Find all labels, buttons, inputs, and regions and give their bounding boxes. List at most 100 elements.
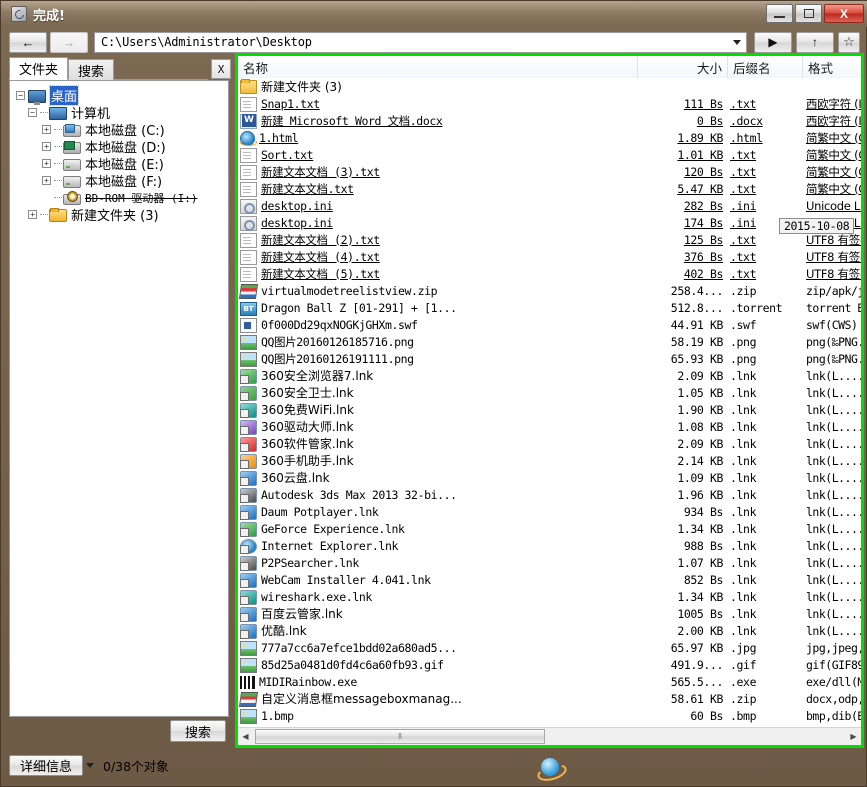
column-header-format[interactable]: 格式 [803, 56, 867, 78]
table-row[interactable]: 优酷.lnk2.00 KB.lnklnk(L......)2016-01-14 … [238, 622, 861, 639]
cell-name[interactable]: desktop.ini [240, 197, 333, 214]
back-button[interactable]: ← [9, 31, 47, 53]
column-header-extension[interactable]: 后缀名 [728, 56, 803, 78]
scroll-right-arrow-icon[interactable]: ▶ [846, 729, 861, 744]
search-input[interactable] [9, 687, 229, 717]
folder-tree-panel[interactable]: − 桌面 − 计算机 + 本地磁盘 (C:) + 本地磁盘 (D:) + 本地磁… [9, 80, 229, 710]
cell-name[interactable]: 新建文本文档 (4).txt [240, 248, 380, 265]
cell-name[interactable]: 1.html [240, 129, 299, 146]
table-row[interactable]: 360软件管家.lnk 2.09 KB .lnk lnk(L......) Windo… [238, 435, 861, 452]
cell-name[interactable]: desktop.ini [240, 214, 333, 231]
tree-item-local-disk-d[interactable]: + 本地磁盘 (D:) [14, 138, 228, 156]
tree-item-desktop[interactable]: − 桌面 [14, 85, 228, 106]
table-row[interactable]: 新建文本文档 (3).txt 120 Bs .txt 简繁中文 (GBK, GB231… [238, 163, 861, 180]
address-bar[interactable]: C:\Users\Administrator\Desktop [94, 31, 747, 53]
cell-name[interactable]: MIDIRainbow.exe [240, 673, 357, 690]
tree-item-local-disk-e[interactable]: + 本地磁盘 (E:) [14, 155, 228, 173]
chevron-down-icon[interactable] [733, 39, 741, 45]
cell-name[interactable]: 777a7cc6a7efce1bdd02a680ad5... [240, 639, 457, 656]
cell-name[interactable]: 新建文本文档 (5).txt [240, 265, 380, 282]
expand-icon[interactable]: + [42, 142, 51, 151]
forward-button[interactable]: → [50, 31, 88, 53]
table-row[interactable]: 360免费WiFi.lnk 1.90 KB .lnk lnk(L......) Win… [238, 401, 861, 418]
table-row[interactable]: 360驱动大师.lnk 1.08 KB .lnk lnk(L......) Windo… [238, 418, 861, 435]
cell-name[interactable]: QQ图片20160126185716.png [240, 333, 414, 350]
cell-name[interactable]: Snap1.txt [240, 95, 320, 112]
expand-icon[interactable]: + [28, 210, 37, 219]
cell-name[interactable]: 360安全浏览器7.lnk [240, 367, 373, 384]
table-row[interactable]: Daum Potplayer.lnk 934 Bs .lnk lnk(L......)… [238, 503, 861, 520]
cell-name[interactable]: 360软件管家.lnk [240, 435, 354, 452]
table-row[interactable]: 新建文本文档 (2).txt125 Bs.txtUTF8 有签名2016-01-… [238, 231, 861, 248]
table-row[interactable]: 新建文本文档 (5).txt402 Bs.txtUTF8 有签名2016-01-… [238, 265, 861, 282]
cell-name[interactable]: 360驱动大师.lnk [240, 418, 354, 435]
table-row[interactable]: virtualmodetreelistview.zip 258.4... .zip z… [238, 282, 861, 299]
cell-name[interactable]: Daum Potplayer.lnk [240, 503, 379, 520]
cell-name[interactable]: 360云盘.lnk [240, 469, 330, 486]
table-row[interactable]: 新建文件夹 (3)2016-01-26 18:54 [238, 78, 861, 95]
cell-name[interactable]: 百度云管家.lnk [240, 605, 343, 622]
cell-name[interactable]: 新建文本文档.txt [240, 180, 354, 197]
expand-icon[interactable]: + [42, 176, 51, 185]
tree-item-local-disk-c[interactable]: + 本地磁盘 (C:) [14, 121, 228, 139]
maximize-button[interactable] [795, 4, 822, 23]
table-row[interactable]: 360安全浏览器7.lnk 2.09 KB .lnk lnk(L......) Win… [238, 367, 861, 384]
table-row[interactable]: Dragon Ball Z [01-291] + [1... 512.8... .t… [238, 299, 861, 316]
search-button[interactable]: 搜索 [169, 720, 226, 742]
internet-explorer-icon[interactable] [535, 756, 568, 784]
table-row[interactable]: desktop.ini282 Bs.iniUnicode LE有签名2014-0… [238, 197, 861, 214]
scrollbar-track[interactable]: ⦀ [253, 729, 846, 744]
close-button[interactable]: X [824, 4, 864, 23]
tab-folders[interactable]: 文件夹 [9, 57, 69, 80]
minimize-button[interactable] [766, 4, 793, 23]
collapse-icon[interactable]: − [16, 91, 25, 100]
cell-name[interactable]: GeForce Experience.lnk [240, 520, 405, 537]
table-row[interactable]: 360云盘.lnk 1.09 KB .lnk lnk(L......) Windows… [238, 469, 861, 486]
table-row[interactable]: 85d25a0481d0fd4c6a60fb93.gif 491.9... .gif… [238, 656, 861, 673]
view-mode-button[interactable]: 详细信息 [9, 754, 84, 776]
cell-name[interactable]: 新建文件夹 (3) [240, 78, 342, 95]
up-button[interactable]: ↑ [796, 31, 834, 53]
table-row[interactable]: WebCam Installer 4.041.lnk 852 Bs .lnk lnk(… [238, 571, 861, 588]
cell-name[interactable]: 自定义消息框messageboxmanag... [238, 690, 462, 707]
collapse-icon[interactable]: − [28, 108, 37, 117]
cell-name[interactable]: 85d25a0481d0fd4c6a60fb93.gif [240, 656, 444, 673]
table-row[interactable]: QQ图片20160126191111.png 65.93 KB .png png(‰P… [238, 350, 861, 367]
cell-name[interactable]: virtualmodetreelistview.zip [238, 282, 438, 299]
table-row[interactable]: 新建文本文档.txt5.47 KB.txt简繁中文 (GBK, GB2312)2… [238, 180, 861, 197]
table-row[interactable]: 新建 Microsoft Word 文档.docx 0 Bs .docx 西欧字符 (… [238, 112, 861, 129]
file-rows-container[interactable]: 新建文件夹 (3)2016-01-26 18:54Snap1.txt 111 Bs… [238, 78, 861, 745]
cell-name[interactable]: 新建文本文档 (2).txt [240, 231, 380, 248]
table-row[interactable]: Internet Explorer.lnk 988 Bs .lnk lnk(L....… [238, 537, 861, 554]
table-row[interactable]: 自定义消息框messageboxmanag... 58.61 KB .zip docx… [238, 690, 861, 707]
table-row[interactable]: 1.html1.89 KB.html简繁中文 (GBK, GB2312)2013… [238, 129, 861, 146]
cell-name[interactable]: 优酷.lnk [240, 622, 307, 639]
tree-item-bd-rom-drive[interactable]: BD-ROM 驱动器 (I:) [14, 189, 228, 206]
cell-name[interactable]: Internet Explorer.lnk [240, 537, 398, 554]
go-button[interactable]: ▶ [754, 31, 792, 53]
table-row[interactable]: 1.bmp 60 Bs .bmp bmp,dib(BM) Windows (or ..… [238, 707, 861, 724]
cell-name[interactable]: 1.bmp [240, 707, 294, 724]
column-header-size[interactable]: 大小 [638, 56, 728, 78]
table-row[interactable]: QQ图片20160126185716.png 58.19 KB .png png(‰P… [238, 333, 861, 350]
table-row[interactable]: 360安全卫士.lnk 1.05 KB .lnk lnk(L......) Windo… [238, 384, 861, 401]
tree-item-new-folder[interactable]: + 新建文件夹 (3) [14, 206, 228, 224]
cell-name[interactable]: 0f000Dd29qxNOGKjGHXm.swf [240, 316, 418, 333]
favorite-star-icon[interactable]: ☆ [838, 31, 860, 53]
cell-name[interactable]: Sort.txt [240, 146, 314, 163]
table-row[interactable]: 0f000Dd29qxNOGKjGHXm.swf 44.91 KB .swf swf(… [238, 316, 861, 333]
table-row[interactable]: 新建文本文档 (4).txt376 Bs.txtUTF8 有签名2016-01-… [238, 248, 861, 265]
table-row[interactable]: 百度云管家.lnk 1005 Bs .lnk lnk(L......) Windows… [238, 605, 861, 622]
table-row[interactable]: P2PSearcher.lnk 1.07 KB .lnk lnk(L......) W… [238, 554, 861, 571]
table-row[interactable]: 777a7cc6a7efce1bdd02a680ad5... 65.97 KB .j… [238, 639, 861, 656]
tree-item-computer[interactable]: − 计算机 [14, 104, 228, 122]
cell-name[interactable]: Autodesk 3ds Max 2013 32-bi... [240, 486, 457, 503]
table-row[interactable]: Sort.txt1.01 KB.txt简繁中文 (GBK, GB2312)201… [238, 146, 861, 163]
table-row[interactable]: Autodesk 3ds Max 2013 32-bi... 1.96 KB .ln… [238, 486, 861, 503]
cell-name[interactable]: 新建 Microsoft Word 文档.docx [240, 112, 443, 129]
scroll-left-arrow-icon[interactable]: ◀ [238, 729, 253, 744]
table-row[interactable]: wireshark.exe.lnk 1.34 KB .lnk lnk(L......)… [238, 588, 861, 605]
cell-name[interactable]: P2PSearcher.lnk [240, 554, 359, 571]
table-row[interactable]: 360手机助手.lnk 2.14 KB .lnk lnk(L......) Windo… [238, 452, 861, 469]
column-header-name[interactable]: 名称 [238, 56, 638, 78]
